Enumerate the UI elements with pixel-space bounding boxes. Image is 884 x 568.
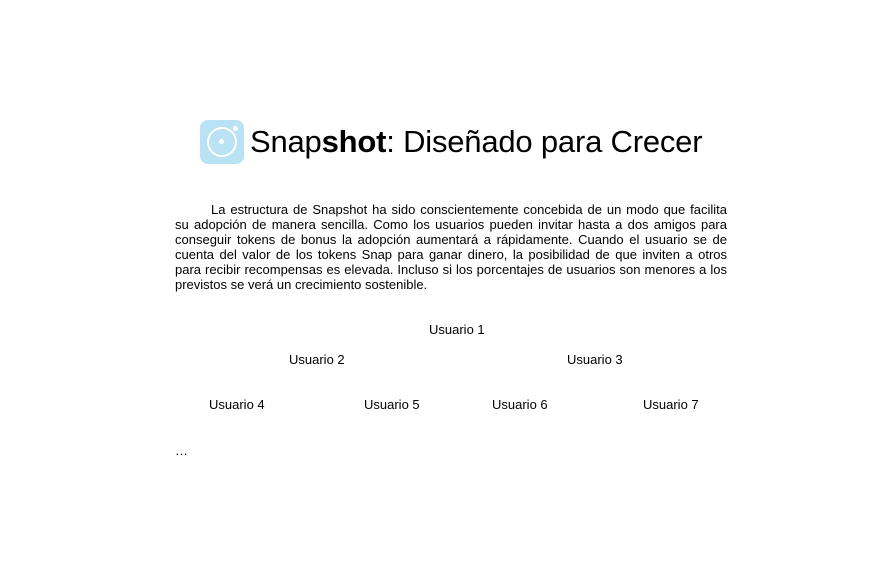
tree-node-user-1: Usuario 1 [429,322,485,337]
title-brand-bold: shot [321,124,387,159]
camera-lens-icon [200,120,244,164]
body-paragraph: La estructura de Snapshot ha sido consci… [175,202,727,292]
tree-node-user-6: Usuario 6 [492,397,548,412]
logo-corner-dot [233,126,238,131]
tree-node-user-7: Usuario 7 [643,397,699,412]
tree-node-user-4: Usuario 4 [209,397,265,412]
tree-continuation-ellipsis: … [175,443,188,458]
tree-node-user-2: Usuario 2 [289,352,345,367]
tree-node-user-5: Usuario 5 [364,397,420,412]
document-title-row: Snapshot: Diseñado para Crecer [200,120,703,164]
page-title: Snapshot: Diseñado para Crecer [250,120,703,164]
tree-node-user-3: Usuario 3 [567,352,623,367]
title-subtitle: : Diseñado para Crecer [386,124,703,159]
logo-center-dot [219,139,224,144]
title-brand-light: Snap [250,124,322,159]
